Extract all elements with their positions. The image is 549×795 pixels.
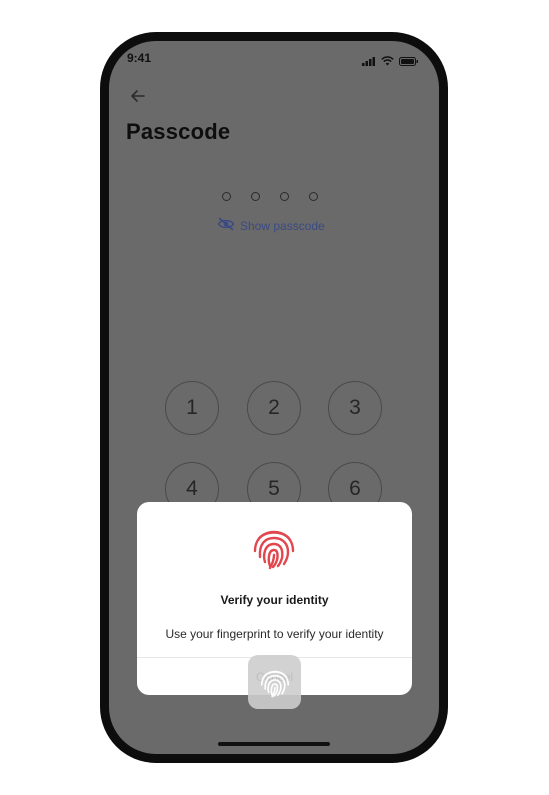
status-time: 9:41 — [127, 51, 152, 65]
passcode-dots — [222, 192, 318, 201]
dialog-message: Use your fingerprint to verify your iden… — [165, 627, 384, 641]
page-title: Passcode — [126, 119, 231, 144]
passcode-dot — [280, 192, 289, 201]
dialog-title: Verify your identity — [220, 593, 329, 607]
show-passcode-label: Show passcode — [240, 218, 325, 233]
keypad-key[interactable]: 1 — [165, 381, 219, 435]
cellular-signal-icon — [362, 53, 376, 71]
wifi-icon — [381, 53, 394, 71]
passcode-dot — [309, 192, 318, 201]
eye-slash-icon — [217, 217, 235, 234]
back-arrow-icon[interactable] — [127, 85, 149, 107]
fingerprint-sensor[interactable] — [248, 655, 301, 709]
keypad-key[interactable]: 3 — [328, 381, 382, 435]
battery-icon — [399, 53, 419, 71]
home-indicator[interactable] — [218, 742, 330, 746]
fingerprint-sensor-icon — [260, 670, 289, 698]
fingerprint-icon — [251, 524, 297, 570]
passcode-dot — [251, 192, 260, 201]
show-passcode-button[interactable]: Show passcode — [217, 217, 325, 234]
passcode-dot — [222, 192, 231, 201]
screen: 9:41 Passcode Show passcode 1 2 3 4 5 6 — [109, 41, 439, 754]
status-icons — [362, 53, 419, 71]
keypad-key[interactable]: 2 — [247, 381, 301, 435]
